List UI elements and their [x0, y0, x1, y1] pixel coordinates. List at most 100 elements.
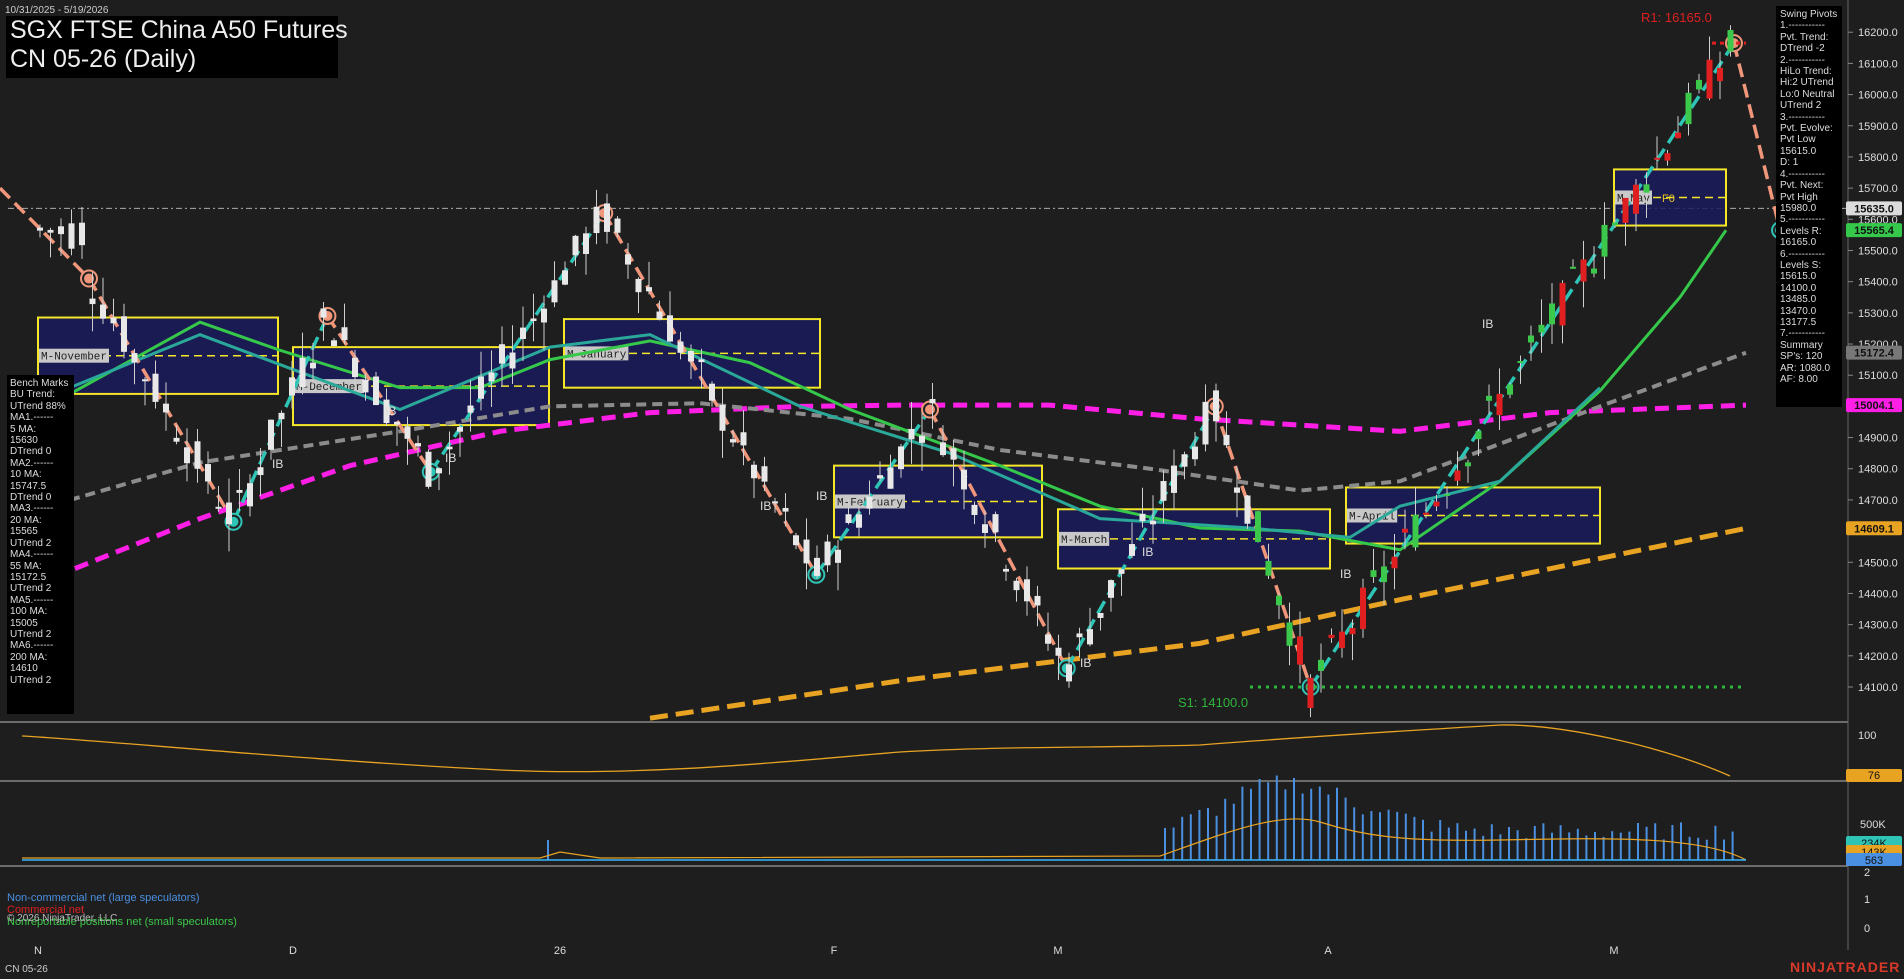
- monthly-label: M-March: [1061, 535, 1107, 547]
- candle-body: [940, 442, 946, 456]
- panel-line: 15005: [10, 617, 38, 629]
- candle-body: [719, 405, 726, 431]
- candle-body: [257, 467, 264, 476]
- candle-body: [1234, 487, 1240, 493]
- candle-body: [1181, 454, 1188, 467]
- candle-body: [173, 437, 180, 442]
- candle-body: [1391, 556, 1398, 569]
- candle-body: [803, 539, 810, 564]
- candle-body: [37, 227, 43, 231]
- y-tick-label: 15800.0: [1858, 152, 1898, 164]
- panel-line: D: 1: [1780, 157, 1799, 169]
- candle-body: [1129, 544, 1135, 556]
- ib-label: IB: [816, 489, 827, 503]
- panel-line: 7.-----------: [1780, 328, 1825, 340]
- candle-body: [1517, 360, 1524, 363]
- cot-tick-label: 1: [1864, 894, 1870, 906]
- candle-body: [289, 377, 295, 396]
- candle-body: [1045, 634, 1051, 644]
- panel-line: 14610: [10, 663, 38, 675]
- panel-line: 100 MA:: [10, 606, 48, 618]
- panel-line: 15747.5: [10, 480, 47, 492]
- candle-body: [121, 316, 127, 352]
- panel-line: 55 MA:: [10, 560, 42, 572]
- y-tick-label: 14100.0: [1858, 682, 1898, 694]
- panel-line: DTrend 0: [10, 446, 52, 458]
- candle-body: [184, 447, 190, 464]
- candle-body: [982, 524, 988, 533]
- y-tick-label: 15900.0: [1858, 121, 1898, 133]
- candle-body: [562, 270, 568, 285]
- panel-line: 15565: [10, 526, 38, 538]
- monthly-label: M-November: [41, 352, 107, 364]
- y-tick-label: 15100.0: [1858, 370, 1898, 382]
- panel-line: Pvt Low: [1780, 134, 1816, 146]
- r1-label: R1: 16165.0: [1641, 10, 1712, 25]
- candle-body: [814, 557, 820, 576]
- candle-body: [845, 514, 852, 523]
- volume-bars: [1164, 775, 1734, 860]
- candle-body: [761, 466, 768, 482]
- ib-label: IB: [445, 451, 456, 465]
- candle-body: [436, 468, 442, 474]
- panel-line: DTrend 0: [10, 492, 52, 504]
- panel-line: Pvt. Next:: [1780, 180, 1824, 192]
- candle-body: [1727, 29, 1734, 52]
- candle-body: [362, 379, 369, 393]
- candle-body: [856, 514, 862, 528]
- y-tick-label: 14900.0: [1858, 433, 1898, 445]
- panel-line: 1.-----------: [1780, 20, 1825, 32]
- candle-body: [47, 229, 54, 233]
- candle-body: [961, 469, 967, 490]
- vol-tag-label: 563: [1865, 855, 1883, 867]
- candle-body: [583, 233, 589, 255]
- panel-line: MA2.------: [10, 457, 54, 469]
- candle-body: [730, 439, 736, 443]
- panel-line: 2.-----------: [1780, 54, 1825, 66]
- candle-body: [646, 287, 652, 292]
- panel-line: 5.-----------: [1780, 214, 1825, 226]
- panel-line: AR: 1080.0: [1780, 362, 1831, 374]
- osc-tick-label: 100: [1858, 730, 1876, 742]
- candle-body: [1055, 647, 1062, 656]
- candle-body: [614, 218, 621, 233]
- panel-line: 14100.0: [1780, 282, 1817, 294]
- candle-body: [1664, 153, 1671, 161]
- candle-body: [215, 506, 222, 509]
- candle-body: [667, 315, 673, 342]
- candle-body: [415, 443, 421, 447]
- price-tag-label: 14609.1: [1854, 523, 1894, 535]
- panel-line: 15980.0: [1780, 202, 1817, 214]
- candle-body: [89, 298, 96, 305]
- panel-line: Hi:2 UTrend: [1780, 77, 1834, 89]
- x-tick-label: N: [34, 945, 42, 957]
- ib-label: IB: [385, 404, 396, 418]
- candle-body: [446, 446, 453, 450]
- candle-body: [1328, 634, 1335, 639]
- candle-body: [1118, 569, 1125, 574]
- candle-body: [520, 327, 526, 339]
- panel-line: UTrend 2: [10, 628, 52, 640]
- panel-line: BU Trend:: [10, 389, 56, 401]
- price-chart[interactable]: 14100.014200.014300.014400.014500.014600…: [0, 0, 1904, 979]
- candle-body: [1307, 677, 1314, 708]
- candle-body: [1108, 580, 1114, 598]
- candle-body: [457, 427, 463, 432]
- panel-line: 13177.5: [1780, 316, 1817, 328]
- panel-line: 200 MA:: [10, 651, 48, 663]
- candle-body: [1444, 494, 1450, 497]
- chart-title-line2: CN 05-26 (Daily): [10, 45, 197, 73]
- price-tag-label: 15635.0: [1854, 203, 1894, 215]
- panel-line: Lo:0 Neutral: [1780, 88, 1835, 100]
- candle-body: [908, 428, 915, 440]
- x-tick-label: 26: [554, 945, 566, 957]
- swing-pivot-dot: [925, 404, 935, 415]
- ib-label: IB: [760, 499, 771, 513]
- candle-body: [572, 235, 579, 256]
- candle-body: [866, 496, 873, 509]
- candle-body: [772, 501, 778, 504]
- y-tick-label: 14800.0: [1858, 464, 1898, 476]
- panel-line: Pvt. Trend:: [1780, 31, 1829, 43]
- panel-line: MA4.------: [10, 549, 54, 561]
- ib-label: IB: [1080, 656, 1091, 670]
